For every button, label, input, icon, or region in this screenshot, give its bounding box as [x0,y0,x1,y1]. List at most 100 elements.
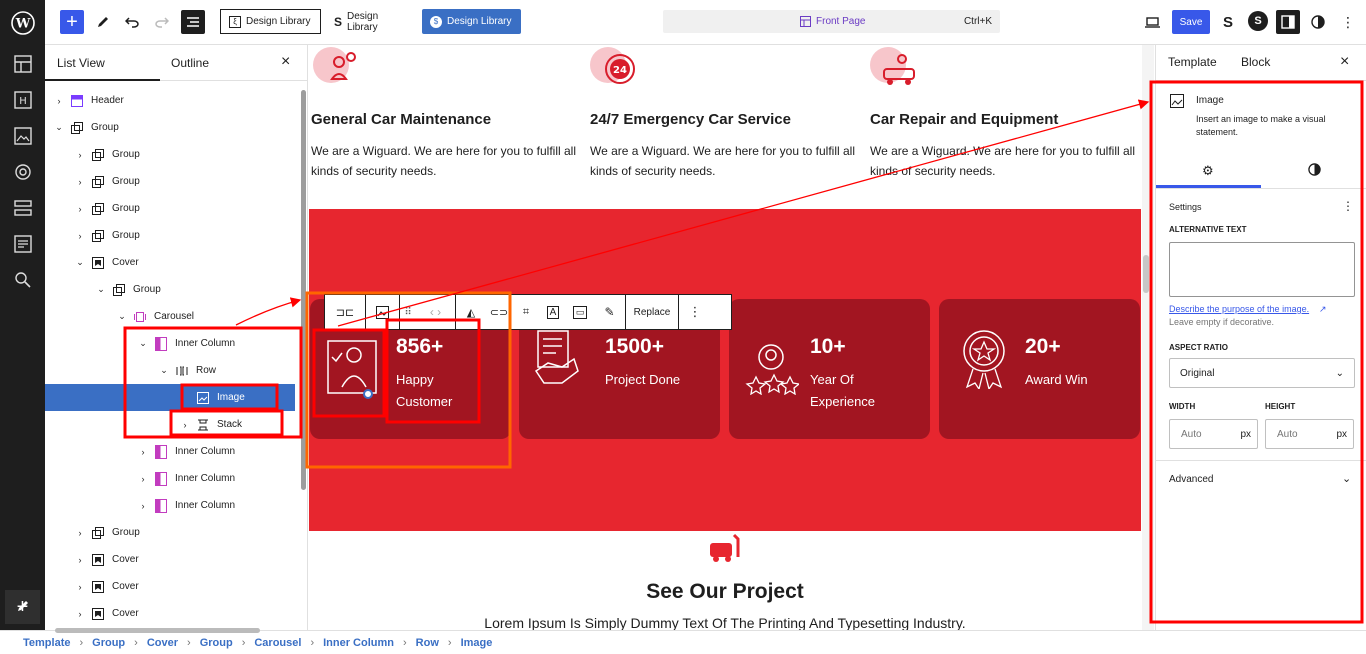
list-view-row-inner-column[interactable]: › Inner Column [45,438,295,465]
service-column-3[interactable]: Car Repair and Equipment We are a Wiguar… [870,45,1140,178]
save-button[interactable]: Save [1172,10,1210,34]
wordpress-logo-icon[interactable]: W [0,0,45,45]
command-palette-bar[interactable]: Front Page Ctrl+K [663,10,1000,33]
breadcrumb-item[interactable]: Cover [147,637,178,649]
heading-h-icon[interactable]: H [12,89,34,111]
settings-sidebar-toggle[interactable] [1276,10,1300,34]
list-view-row-cover[interactable]: › Cover [45,573,295,600]
caption-icon[interactable]: ▭ [566,295,594,329]
list-view-row-cover[interactable]: › Cover [45,600,295,627]
block-options-kebab-icon[interactable]: ⋮ [679,295,711,329]
chevron-right-icon[interactable]: › [138,501,148,511]
chevron-right-icon[interactable]: › [75,555,85,565]
list-view-row-group[interactable]: › Group [45,195,295,222]
height-input[interactable]: Auto px [1265,419,1354,449]
list-view-horizontal-scrollbar[interactable] [55,628,260,633]
stat-card-4[interactable]: 20+ Award Win [939,299,1140,439]
chevron-right-icon[interactable]: › [138,447,148,457]
settings-options-kebab-icon[interactable]: ⋮ [1342,199,1354,213]
stackable-settings-icon[interactable]: S [1248,11,1268,31]
tab-outline[interactable]: Outline [171,56,209,70]
list-view-row-group[interactable]: › Group [45,141,295,168]
design-library-button-2[interactable]: S Design Library [326,9,418,34]
width-input[interactable]: Auto px [1169,419,1258,449]
breadcrumb-item[interactable]: Group [92,637,125,649]
breadcrumb-item[interactable]: Inner Column [323,637,394,649]
redo-icon[interactable] [152,12,172,32]
list-view-row-inner-column[interactable]: › Inner Column [45,465,295,492]
media-image-icon[interactable] [12,125,34,147]
service-column-1[interactable]: General Car Maintenance We are a Wiguard… [311,45,581,178]
settings-gear-icon[interactable]: ⚙ [1202,163,1214,179]
styles-tab-icon[interactable] [1308,163,1321,181]
chevron-down-icon[interactable]: ⌄ [75,257,85,268]
drag-handle-icon[interactable]: ⠿ [400,295,416,329]
chevron-down-icon[interactable]: ⌄ [159,365,169,376]
aspect-ratio-select[interactable]: Original ⌄ [1169,358,1355,388]
chevron-right-icon[interactable]: › [75,582,85,592]
breadcrumb-item[interactable]: Carousel [254,637,301,649]
move-left-right-icon[interactable]: ‹ › [416,295,456,329]
chevron-right-icon[interactable]: › [75,204,85,214]
list-view-row-image[interactable]: Image [45,384,295,411]
text-overlay-icon[interactable]: A [540,295,566,329]
list-view-scrollbar[interactable] [301,90,306,490]
replace-button[interactable]: Replace [626,295,679,329]
list-view-row-group[interactable]: ⌄ Group [45,276,295,303]
list-view-row-inner-column[interactable]: ⌄ Inner Column [45,330,295,357]
list-view-row-group[interactable]: › Group [45,222,295,249]
design-library-button-3[interactable]: $ Design Library [422,9,521,34]
list-view-row-inner-column[interactable]: › Inner Column [45,492,295,519]
chevron-right-icon[interactable]: › [138,474,148,484]
design-library-button-1[interactable]: ξ Design Library [220,9,321,34]
tab-template[interactable]: Template [1168,55,1217,69]
duotone-filter-icon[interactable]: ◭ [456,295,486,329]
parent-row-icon[interactable]: ⊐⊏ [325,295,366,329]
list-view-row-group[interactable]: › Group [45,519,295,546]
canvas-scrollbar-track[interactable] [1142,45,1154,630]
add-block-button[interactable]: + [60,10,84,34]
chevron-right-icon[interactable]: › [75,150,85,160]
chevron-right-icon[interactable]: › [75,528,85,538]
list-view-row-row[interactable]: ⌄ Row [45,357,295,384]
crop-icon[interactable]: ⌗ [512,295,540,329]
styles-contrast-icon[interactable] [1308,12,1328,32]
chevron-down-icon[interactable]: ⌄ [54,122,64,133]
happy-customer-icon[interactable] [324,337,380,399]
list-view-row-stack[interactable]: › Stack [45,411,295,438]
chevron-down-icon[interactable]: ⌄ [117,311,127,322]
view-desktop-icon[interactable] [1142,12,1162,32]
options-kebab-icon[interactable]: ⋮ [1338,12,1358,32]
alt-text-input[interactable] [1169,242,1355,297]
rail-edit-pencil-icon[interactable] [12,595,34,617]
chevron-right-icon[interactable]: › [54,96,64,106]
breadcrumb-item[interactable]: Group [200,637,233,649]
document-overview-button[interactable] [181,10,205,34]
list-view-row-group[interactable]: ⌄ Group [45,114,295,141]
chevron-down-icon[interactable]: ⌄ [138,338,148,349]
canvas-scrollbar-thumb[interactable] [1143,255,1149,293]
list-view-row-carousel[interactable]: ⌄ Carousel [45,303,295,330]
stackable-s-icon[interactable]: S [1218,12,1238,32]
layout-icon[interactable] [12,53,34,75]
stat-card-3[interactable]: 10+ Year Of Experience [729,299,930,439]
alt-text-help-link[interactable]: Describe the purpose of the image. [1169,304,1309,314]
close-settings-icon[interactable]: × [1340,53,1349,71]
chevron-down-icon[interactable]: ⌄ [1342,472,1351,485]
list-view-row-header[interactable]: › Header [45,87,295,114]
seo-search-icon[interactable] [12,269,34,291]
tab-list-view[interactable]: List View [57,56,105,70]
patterns-target-icon[interactable] [12,161,34,183]
chevron-down-icon[interactable]: ⌄ [96,284,106,295]
stack-layers-icon[interactable] [12,197,34,219]
highlight-marker-icon[interactable]: ✎ [594,295,626,329]
chevron-right-icon[interactable]: › [75,231,85,241]
tools-pencil-icon[interactable] [94,12,112,32]
service-column-2[interactable]: 24 24/7 Emergency Car Service We are a W… [590,45,860,178]
close-list-view-icon[interactable]: × [281,53,290,71]
image-block-icon[interactable] [366,295,400,329]
link-icon[interactable]: ⊂⊃ [486,295,512,329]
list-view-row-cover[interactable]: ⌄ Cover [45,249,295,276]
chevron-right-icon[interactable]: › [180,420,190,430]
advanced-panel-toggle[interactable]: Advanced [1169,474,1213,485]
